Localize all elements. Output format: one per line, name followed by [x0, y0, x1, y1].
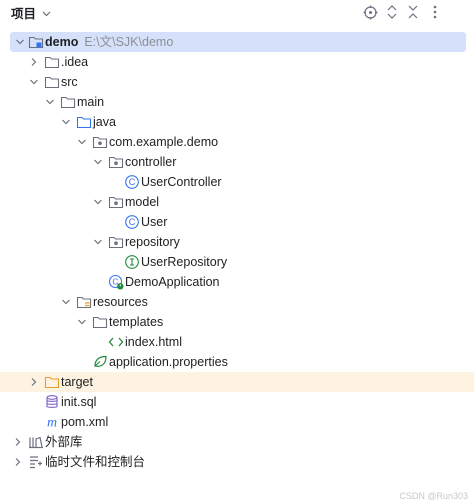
- tree-item-src[interactable]: src: [0, 72, 474, 92]
- class-icon: C: [124, 214, 140, 230]
- tree-item-idea[interactable]: .idea: [0, 52, 474, 72]
- chevron-down-icon[interactable]: [60, 296, 72, 308]
- expand-collapse-icon[interactable]: [383, 3, 401, 21]
- resources-folder-icon: [76, 294, 92, 310]
- more-options-icon[interactable]: [426, 3, 444, 21]
- tree-item-external-libraries[interactable]: 外部库: [0, 432, 474, 452]
- tree-item-label: templates: [109, 315, 164, 329]
- maven-icon: m: [44, 414, 60, 431]
- tree-item-label: UserRepository: [141, 255, 228, 269]
- tree-item-java[interactable]: java: [0, 112, 474, 132]
- tree-item-scratches-and-consoles[interactable]: 临时文件和控制台: [0, 452, 474, 472]
- chevron-down-icon[interactable]: [76, 316, 88, 328]
- tree-item-init-sql[interactable]: init.sql: [0, 392, 474, 412]
- project-view-selector[interactable]: 项目: [11, 3, 51, 22]
- svg-text:C: C: [129, 177, 136, 187]
- excluded-folder-icon: [44, 374, 60, 390]
- tree-item-repository[interactable]: repository: [0, 232, 474, 252]
- tree-item-user-controller[interactable]: C UserController: [0, 172, 474, 192]
- module-folder-icon: [28, 34, 44, 50]
- chevron-down-icon[interactable]: [28, 76, 40, 88]
- tree-item-label: idea: [64, 55, 89, 69]
- html-file-icon: [108, 334, 124, 350]
- tree-item-label: DemoApplication: [125, 275, 220, 289]
- chevron-right-icon[interactable]: [28, 376, 40, 388]
- tree-item-package-demo[interactable]: com.example.demo: [0, 132, 474, 152]
- tree-item-application-properties[interactable]: application.properties: [0, 352, 474, 372]
- tree-item-resources[interactable]: resources: [0, 292, 474, 312]
- tree-item-label: java: [93, 115, 116, 129]
- tree-item-user[interactable]: C User: [0, 212, 474, 232]
- project-tool-window-header: 项目: [0, 0, 474, 24]
- tree-item-label: UserController: [141, 175, 222, 189]
- tree-item-label: pom.xml: [61, 415, 109, 429]
- sql-file-icon: [44, 394, 60, 410]
- chevron-down-icon[interactable]: [92, 156, 104, 168]
- chevron-down-icon[interactable]: [92, 236, 104, 248]
- tree-item-demo-application[interactable]: C DemoApplication: [0, 272, 474, 292]
- chevron-right-icon[interactable]: [12, 436, 24, 448]
- tree-item-user-repository[interactable]: UserRepository: [0, 252, 474, 272]
- scratches-icon: [28, 454, 44, 470]
- folder-icon: [44, 74, 60, 90]
- tree-item-templates[interactable]: templates: [0, 312, 474, 332]
- tree-item-demo-root[interactable]: demo E:\文\SJK\demo: [10, 32, 466, 52]
- tree-item-label: src: [61, 75, 78, 89]
- tree-item-label: User: [141, 215, 168, 229]
- tree-item-target[interactable]: target: [0, 372, 474, 392]
- tree-item-label: repository: [125, 235, 180, 249]
- package-icon: [108, 194, 124, 210]
- watermark: CSDN @Run303: [399, 491, 468, 501]
- class-icon: C: [124, 174, 140, 190]
- locate-icon[interactable]: [361, 3, 379, 21]
- tree-item-label: controller: [125, 155, 177, 169]
- folder-icon: [44, 54, 60, 70]
- source-folder-icon: [76, 114, 92, 130]
- tree-item-label: index.html: [125, 335, 182, 349]
- tree-item-label: main: [77, 95, 105, 109]
- chevron-down-icon[interactable]: [60, 116, 72, 128]
- tree-item-label: demo: [45, 35, 79, 49]
- project-view-title: 项目: [11, 7, 37, 21]
- chevron-down-icon[interactable]: [14, 36, 26, 48]
- spring-properties-icon: [92, 354, 108, 370]
- svg-text:C: C: [129, 217, 136, 227]
- folder-icon: [60, 94, 76, 110]
- tree-item-label: application.properties: [109, 355, 228, 369]
- tree-item-controller[interactable]: controller: [0, 152, 474, 172]
- tree-item-label: com.example.demo: [109, 135, 219, 149]
- interface-icon: [124, 254, 140, 270]
- chevron-right-icon[interactable]: [12, 456, 24, 468]
- tree-item-pom-xml[interactable]: m pom.xml: [0, 412, 474, 432]
- tree-item-main[interactable]: main: [0, 92, 474, 112]
- tree-item-label: target: [61, 375, 93, 389]
- chevron-down-icon[interactable]: [92, 196, 104, 208]
- project-path: E:\文\SJK\demo: [84, 35, 174, 49]
- spring-boot-class-icon: C: [108, 274, 124, 290]
- package-icon: [108, 154, 124, 170]
- chevron-down-icon[interactable]: [44, 96, 56, 108]
- chevron-down-icon: [42, 11, 51, 16]
- tree-item-label: resources: [93, 295, 148, 309]
- svg-text:m: m: [47, 416, 57, 431]
- tree-item-label: 外部库: [45, 435, 83, 449]
- library-icon: [28, 434, 44, 450]
- package-icon: [108, 234, 124, 250]
- chevron-right-icon[interactable]: [28, 56, 40, 68]
- package-icon: [92, 134, 108, 150]
- tree-item-model[interactable]: model: [0, 192, 474, 212]
- tree-item-label: model: [125, 195, 160, 209]
- collapse-all-icon[interactable]: [404, 3, 422, 21]
- tree-item-label: 临时文件和控制台: [45, 455, 146, 469]
- tree-item-label: init.sql: [61, 395, 97, 409]
- folder-icon: [92, 314, 108, 330]
- chevron-down-icon[interactable]: [76, 136, 88, 148]
- tree-item-index-html[interactable]: index.html: [0, 332, 474, 352]
